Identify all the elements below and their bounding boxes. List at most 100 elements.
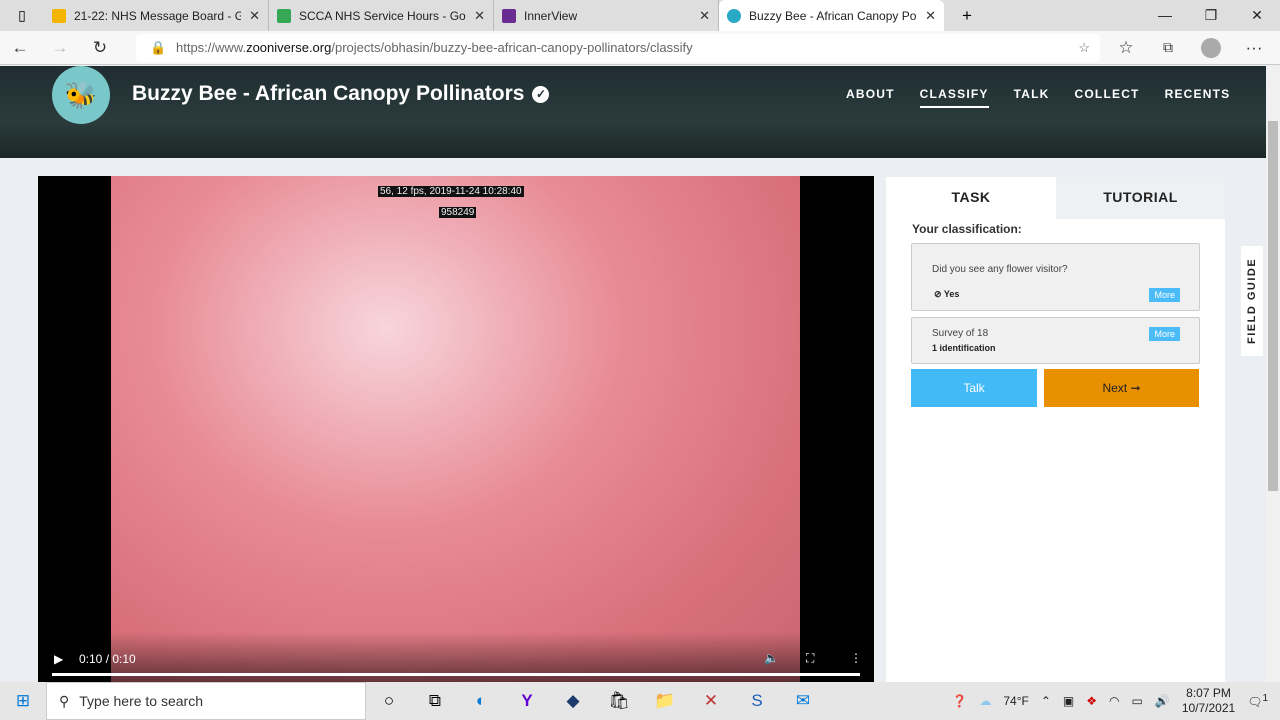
project-title: Buzzy Bee - African Canopy Pollinators ✓ <box>132 82 550 106</box>
refresh-button[interactable]: ↻ <box>80 38 120 58</box>
favorites-icon[interactable]: ☆ <box>1106 38 1146 58</box>
project-header: 🐝 Buzzy Bee - African Canopy Pollinators… <box>0 66 1266 158</box>
tab-tutorial[interactable]: TUTORIAL <box>1056 177 1225 219</box>
tab-title: SCCA NHS Service Hours - Goog <box>299 8 467 23</box>
tab-actions-icon[interactable]: ▯ <box>0 7 44 24</box>
clock-date: 10/7/2021 <box>1181 701 1236 715</box>
innerview-favicon-icon <box>502 8 516 23</box>
app-s-icon[interactable]: S <box>734 691 780 711</box>
minimize-button[interactable]: — <box>1142 0 1188 31</box>
meet-icon[interactable]: ▣ <box>1063 694 1074 708</box>
project-nav: ABOUT CLASSIFY TALK COLLECT RECENTS <box>846 87 1230 108</box>
url-input[interactable]: 🔒 https://www.zooniverse.org/projects/obh… <box>136 34 1100 62</box>
file-explorer-icon[interactable]: 📁 <box>642 691 688 711</box>
tab-title: Buzzy Bee - African Canopy Polli <box>749 8 918 23</box>
clock[interactable]: 8:07 PM 10/7/2021 <box>1182 686 1235 716</box>
nav-classify[interactable]: CLASSIFY <box>919 87 989 108</box>
question-summary-card: Did you see any flower visitor? ⊘ Yes Mo… <box>911 243 1200 311</box>
survey-summary-card: Survey of 18 1 identification More <box>911 317 1200 364</box>
dropbox-icon[interactable]: ❖ <box>1086 694 1097 708</box>
project-title-text: Buzzy Bee - African Canopy Pollinators <box>132 82 525 105</box>
taskbar-search[interactable]: ⚲ Type here to search <box>46 682 366 720</box>
collections-icon[interactable]: ⧉ <box>1148 39 1188 56</box>
video-progress-bar[interactable] <box>52 673 860 676</box>
zooniverse-favicon-icon <box>727 8 741 23</box>
tab-nhs-message-board[interactable]: 21-22: NHS Message Board - Go ✕ <box>44 0 269 31</box>
nav-talk[interactable]: TALK <box>1014 87 1050 108</box>
slides-favicon-icon <box>52 8 66 23</box>
nav-about[interactable]: ABOUT <box>846 87 895 108</box>
close-tab-icon[interactable]: ✕ <box>249 8 260 24</box>
browser-tab-bar: ▯ 21-22: NHS Message Board - Go ✕ SCCA NH… <box>0 0 1280 31</box>
windows-start-icon[interactable]: ⊞ <box>0 691 46 711</box>
clock-time: 8:07 PM <box>1186 686 1231 700</box>
volume-icon[interactable]: 🔊 <box>1155 694 1170 708</box>
cortana-icon[interactable]: ○ <box>366 691 412 711</box>
weather-temp[interactable]: 74°F <box>1003 694 1028 708</box>
tab-title: InnerView <box>524 8 578 23</box>
close-tab-icon[interactable]: ✕ <box>699 8 710 24</box>
url-path: /projects/obhasin/buzzy-bee-african-cano… <box>331 40 693 55</box>
help-icon[interactable]: ❓ <box>952 694 967 708</box>
mail-icon[interactable]: ✉ <box>780 691 826 711</box>
video-time: 0:10 / 0:10 <box>79 652 136 666</box>
field-guide-tab[interactable]: FIELD GUIDE <box>1241 246 1263 356</box>
favorite-star-icon[interactable]: ☆ <box>1078 34 1090 62</box>
identification-count: 1 identification <box>932 343 996 353</box>
subject-video[interactable]: 56, 12 fps, 2019-11-24 10:28:40 958249 ▶… <box>38 176 874 682</box>
nav-recents[interactable]: RECENTS <box>1165 87 1231 108</box>
video-frame <box>111 176 800 682</box>
play-icon[interactable]: ▶ <box>54 652 63 666</box>
drive-favicon-icon <box>277 8 291 23</box>
more-button[interactable]: More <box>1149 288 1180 302</box>
app-x-icon[interactable]: ✕ <box>688 691 734 711</box>
close-window-button[interactable]: ✕ <box>1234 0 1280 31</box>
nav-collect[interactable]: COLLECT <box>1075 87 1140 108</box>
task-view-icon[interactable]: ⧉ <box>412 691 458 711</box>
profile-avatar[interactable] <box>1201 37 1221 58</box>
check-circle-icon: ⊘ <box>934 289 942 299</box>
forward-button: → <box>51 37 69 57</box>
back-button[interactable]: ← <box>0 38 40 58</box>
chevron-up-icon[interactable]: ⌃ <box>1041 694 1051 708</box>
search-placeholder: Type here to search <box>79 693 204 709</box>
url-domain: zooniverse.org <box>246 40 332 55</box>
next-button[interactable]: Next ➞ <box>1044 369 1199 407</box>
verified-icon: ✓ <box>532 86 550 103</box>
question-text: Did you see any flower visitor? <box>932 264 1068 275</box>
store-icon[interactable]: 🛍 <box>596 691 642 711</box>
tab-task[interactable]: TASK <box>886 177 1056 219</box>
project-logo[interactable]: 🐝 <box>52 66 110 124</box>
restore-button[interactable]: ❐ <box>1188 0 1234 31</box>
windows-taskbar: ⊞ ⚲ Type here to search ○ ⧉ ◐ Y ◆ 🛍 📁 ✕ S… <box>0 682 1280 720</box>
talk-button[interactable]: Talk <box>911 369 1037 407</box>
fullscreen-icon[interactable]: ⛶ <box>806 651 814 666</box>
more-options-icon[interactable]: ⋮ <box>850 651 862 665</box>
app-icon[interactable]: ◆ <box>550 691 596 711</box>
yahoo-icon[interactable]: Y <box>504 691 550 711</box>
more-button[interactable]: More <box>1149 327 1180 341</box>
notifications-icon[interactable]: 🗨1 <box>1247 693 1268 709</box>
battery-icon[interactable]: ▭ <box>1132 694 1143 708</box>
tab-scca-service-hours[interactable]: SCCA NHS Service Hours - Goog ✕ <box>269 0 494 31</box>
wifi-icon[interactable]: ◠ <box>1109 694 1119 708</box>
tab-title: 21-22: NHS Message Board - Go <box>74 8 242 23</box>
new-tab-button[interactable]: + <box>944 6 990 26</box>
tab-buzzy-bee[interactable]: Buzzy Bee - African Canopy Polli ✕ <box>719 0 944 31</box>
system-tray: ❓ ☁ 74°F ⌃ ▣ ❖ ◠ ▭ 🔊 8:07 PM 10/7/2021 🗨1 <box>952 682 1280 720</box>
tab-innerview[interactable]: InnerView ✕ <box>494 0 719 31</box>
notification-count: 1 <box>1262 693 1268 704</box>
close-tab-icon[interactable]: ✕ <box>474 8 485 24</box>
mute-icon[interactable]: 🔈 <box>764 651 779 665</box>
edge-icon[interactable]: ◐ <box>458 691 504 711</box>
close-tab-icon[interactable]: ✕ <box>925 8 936 24</box>
scrollbar-thumb[interactable] <box>1268 121 1278 491</box>
page-scrollbar[interactable] <box>1266 66 1280 682</box>
classification-heading: Your classification: <box>912 222 1022 236</box>
weather-cloud-icon[interactable]: ☁ <box>979 694 991 708</box>
lock-icon: 🔒 <box>150 40 167 55</box>
address-bar-row: ← → ↻ 🔒 https://www.zooniverse.org/projec… <box>0 31 1280 65</box>
url-prefix: https://www. <box>176 40 247 55</box>
video-controls: ▶ 0:10 / 0:10 🔈 ⛶ ⋮ <box>38 632 874 682</box>
menu-icon[interactable]: ··· <box>1234 38 1274 58</box>
